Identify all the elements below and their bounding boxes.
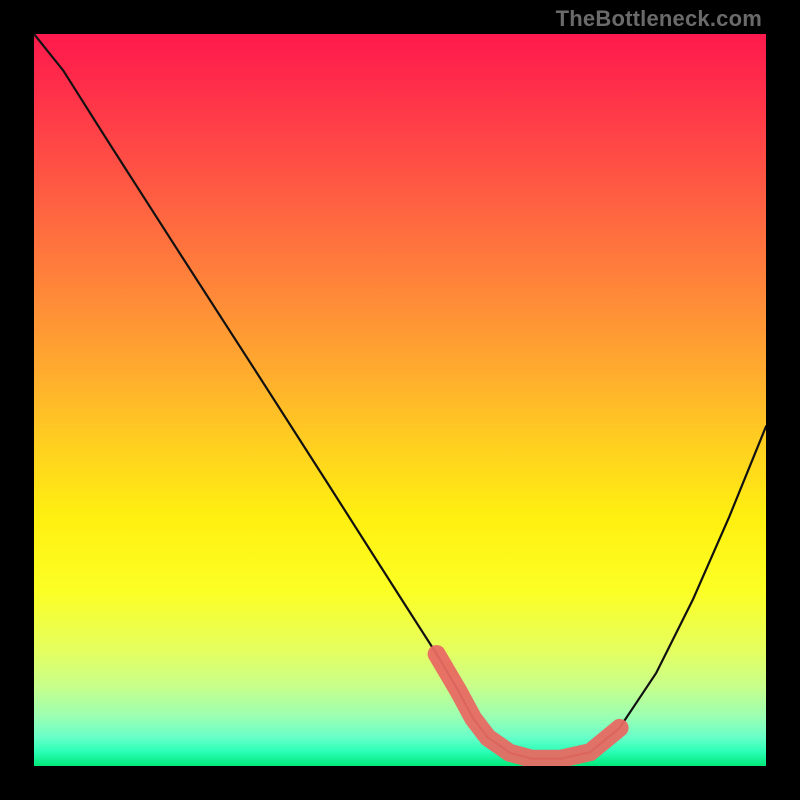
watermark-label: TheBottleneck.com (556, 6, 762, 32)
chart-svg (34, 34, 766, 766)
chart-frame: TheBottleneck.com (0, 0, 800, 800)
plot-area (34, 34, 766, 766)
bottleneck-curve (34, 34, 766, 759)
optimal-range-highlight (437, 654, 620, 759)
